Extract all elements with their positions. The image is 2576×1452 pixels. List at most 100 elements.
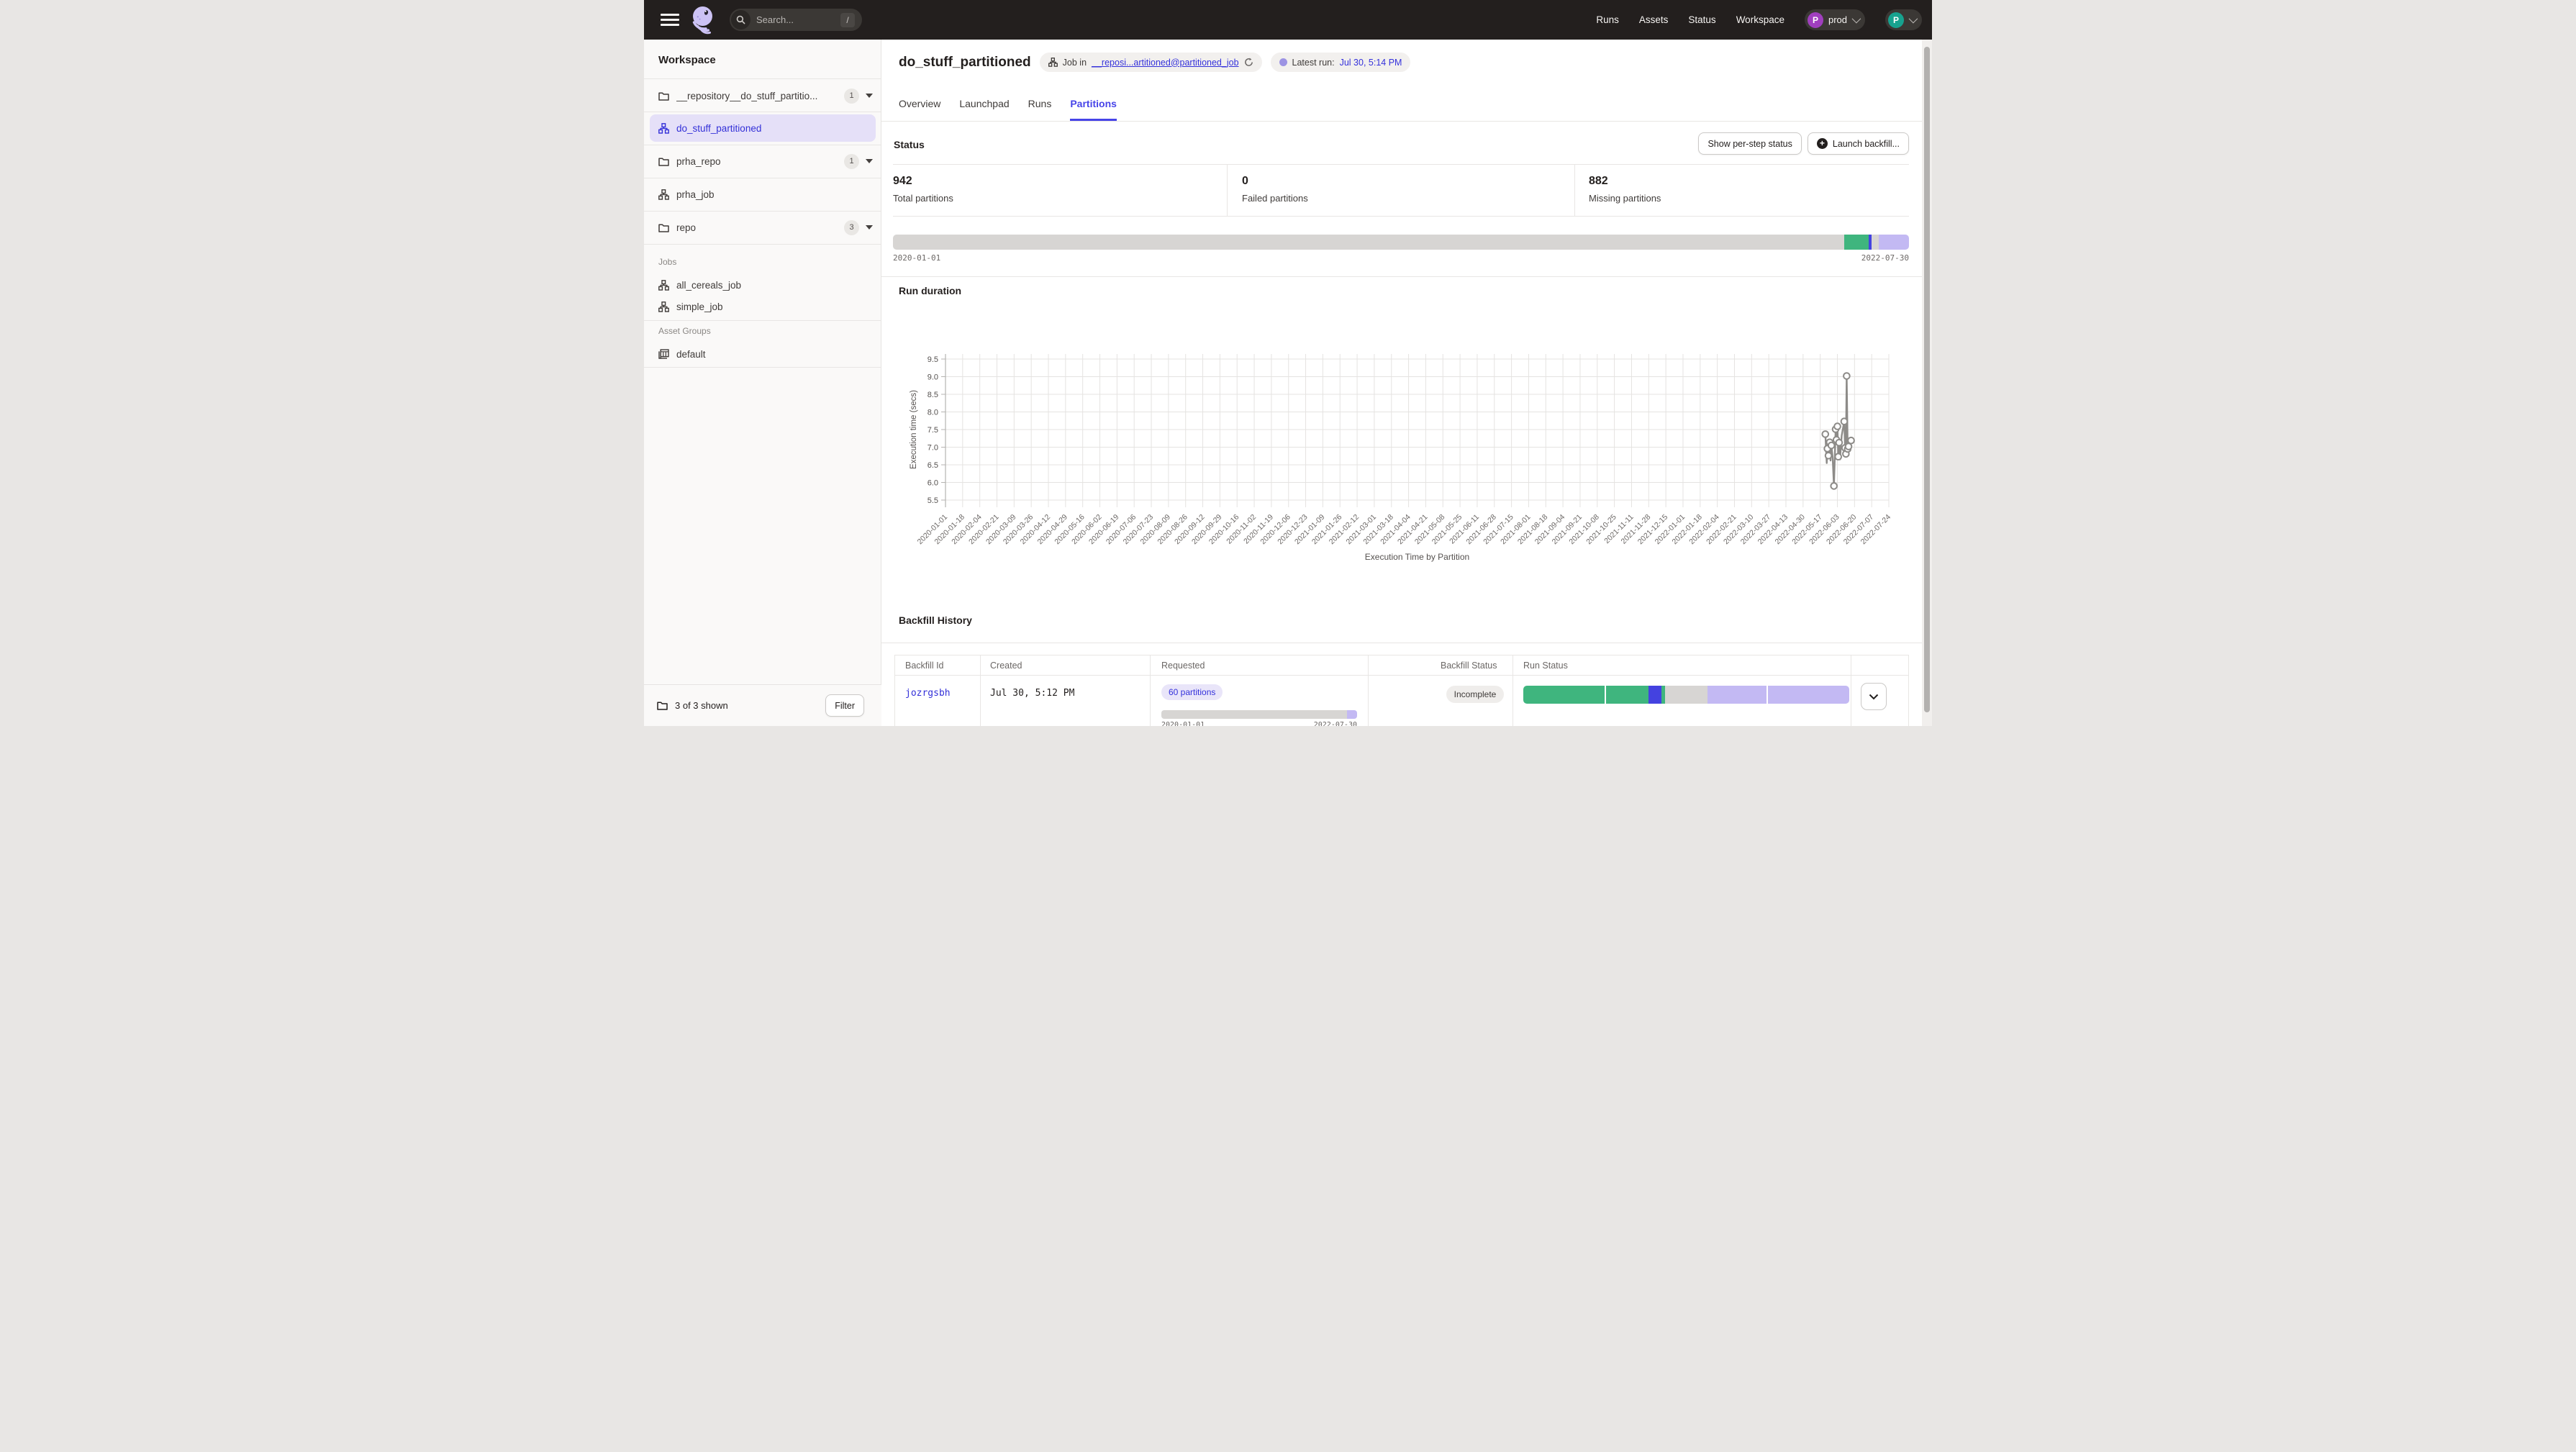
nav-link-status[interactable]: Status	[1688, 14, 1715, 25]
chevron-down-icon[interactable]	[866, 94, 873, 98]
page-title: do_stuff_partitioned	[899, 55, 1031, 71]
dagster-logo	[689, 5, 717, 35]
bar-segment-lavender	[1347, 710, 1357, 719]
job-icon	[658, 123, 669, 134]
nav-link-runs[interactable]: Runs	[1596, 14, 1619, 25]
user-menu[interactable]: P	[1885, 9, 1922, 30]
stat-failed-partitions: 0 Failed partitions	[1227, 165, 1574, 216]
sidebar-item-prha-repo[interactable]: prha_repo 1	[644, 145, 881, 178]
job-location-pill: Job in __reposi...artitioned@partitioned…	[1040, 53, 1262, 72]
global-search[interactable]: /	[730, 9, 862, 31]
asset-group-icon	[658, 349, 669, 359]
chevron-down-icon	[1852, 14, 1861, 24]
partition-stats: 942 Total partitions 0 Failed partitions…	[893, 164, 1909, 217]
octopus-logo-icon	[689, 5, 717, 35]
backfill-status-badge: Incomplete	[1446, 686, 1504, 703]
stat-missing-partitions: 882 Missing partitions	[1574, 165, 1909, 216]
stat-label: Failed partitions	[1242, 193, 1574, 204]
execution-time-chart: 2020-01-012020-01-182020-02-042020-02-21…	[903, 308, 1910, 573]
stat-value: 882	[1589, 175, 1909, 188]
search-icon	[731, 10, 750, 30]
job-header: do_stuff_partitioned Job in __reposi...a…	[899, 53, 1410, 72]
svg-text:7.0: 7.0	[928, 444, 938, 453]
tab-launchpad[interactable]: Launchpad	[959, 94, 1009, 121]
partition-status-bar[interactable]	[893, 235, 1909, 250]
repo-count-badge: 1	[844, 154, 859, 169]
chevron-down-icon[interactable]	[866, 159, 873, 163]
refresh-icon[interactable]	[1244, 58, 1253, 67]
svg-text:Execution time (secs): Execution time (secs)	[910, 390, 918, 469]
asset-group-label: default	[676, 349, 706, 360]
job-location-link[interactable]: __reposi...artitioned@partitioned_job	[1092, 58, 1239, 68]
partition-range-start: 2020-01-01	[893, 253, 940, 263]
latest-run-pill: Latest run: Jul 30, 5:14 PM	[1271, 53, 1411, 72]
job-icon	[658, 280, 669, 291]
show-per-step-status-button[interactable]: Show per-step status	[1698, 132, 1801, 155]
svg-text:Execution Time by Partition: Execution Time by Partition	[1365, 552, 1469, 562]
backfill-id-link[interactable]: jozrgsbh	[905, 688, 951, 699]
svg-text:8.5: 8.5	[928, 391, 938, 399]
requested-range-end: 2022-07-30	[1314, 721, 1357, 726]
bar-segment-green	[1523, 686, 1605, 704]
hamburger-menu-icon[interactable]	[661, 14, 679, 27]
run-status-dot-icon	[1279, 58, 1287, 66]
folder-icon	[658, 223, 669, 232]
status-heading: Status	[894, 139, 925, 150]
sidebar-item-repo[interactable]: repo 3	[644, 211, 881, 244]
deployment-switcher[interactable]: P prod	[1805, 9, 1865, 30]
col-run-status: Run Status	[1523, 661, 1568, 671]
sidebar-item-all-cereals-job[interactable]: all_cereals_job	[644, 274, 881, 296]
run-duration-chart[interactable]: 2020-01-012020-01-182020-02-042020-02-21…	[903, 308, 1910, 573]
nav-link-assets[interactable]: Assets	[1639, 14, 1669, 25]
requested-partitions-bar	[1161, 710, 1357, 719]
repo-label: __repository__do_stuff_partitio...	[676, 91, 844, 101]
requested-partitions-pill[interactable]: 60 partitions	[1161, 684, 1223, 700]
svg-text:8.0: 8.0	[928, 409, 938, 417]
search-input[interactable]	[756, 14, 840, 25]
sidebar-title: Workspace	[658, 54, 716, 66]
sidebar-item-do-stuff-partitioned[interactable]: do_stuff_partitioned	[650, 114, 876, 142]
stat-value: 0	[1242, 175, 1574, 188]
job-label: all_cereals_job	[676, 280, 741, 291]
job-label: do_stuff_partitioned	[676, 123, 761, 134]
folder-icon	[658, 157, 669, 166]
svg-text:5.5: 5.5	[928, 496, 938, 505]
top-nav: / Runs Assets Status Workspace P prod P	[644, 0, 1932, 40]
filter-button[interactable]: Filter	[825, 694, 864, 717]
job-tabs: Overview Launchpad Runs Partitions	[899, 94, 1117, 121]
run-status-bar[interactable]	[1523, 686, 1849, 704]
deployment-avatar: P	[1808, 12, 1823, 28]
svg-text:7.5: 7.5	[928, 426, 938, 435]
deployment-name: prod	[1828, 14, 1847, 25]
chevron-down-icon[interactable]	[866, 225, 873, 230]
nav-link-workspace[interactable]: Workspace	[1736, 14, 1784, 25]
bar-segment-gray	[893, 235, 1844, 250]
job-icon	[658, 189, 669, 200]
launch-backfill-button[interactable]: +Launch backfill...	[1808, 132, 1909, 155]
partition-bar-range: 2020-01-01 2022-07-30	[893, 253, 1909, 263]
repo-label: repo	[676, 222, 844, 233]
status-actions: Show per-step status +Launch backfill...	[1698, 132, 1909, 155]
requested-range: 2020-01-01 2022-07-30	[1161, 721, 1357, 726]
tab-runs[interactable]: Runs	[1028, 94, 1052, 121]
tab-overview[interactable]: Overview	[899, 94, 940, 121]
sidebar-item-prha-job[interactable]: prha_job	[644, 178, 881, 211]
bar-segment-green	[1606, 686, 1648, 704]
sidebar-item-simple-job[interactable]: simple_job	[644, 296, 881, 317]
run-duration-heading: Run duration	[899, 285, 961, 296]
chevron-down-icon	[1909, 14, 1918, 24]
sidebar-footer: 3 of 3 shown Filter	[644, 684, 881, 726]
latest-run-link[interactable]: Jul 30, 5:14 PM	[1340, 58, 1402, 68]
search-shortcut-key: /	[840, 13, 855, 27]
job-icon	[1048, 58, 1058, 67]
sidebar-item-default-asset-group[interactable]: default	[644, 343, 881, 365]
requested-range-start: 2020-01-01	[1161, 721, 1205, 726]
scrollbar-thumb[interactable]	[1924, 47, 1930, 712]
tab-partitions[interactable]: Partitions	[1070, 94, 1117, 121]
jobs-section-label: Jobs	[658, 257, 676, 267]
expand-row-button[interactable]	[1861, 683, 1887, 710]
sidebar-item-repository-do-stuff[interactable]: __repository__do_stuff_partitio... 1	[644, 79, 881, 112]
bar-segment-lavender	[1707, 686, 1767, 704]
repo-count-badge: 3	[844, 220, 859, 235]
stat-total-partitions: 942 Total partitions	[893, 165, 1227, 216]
